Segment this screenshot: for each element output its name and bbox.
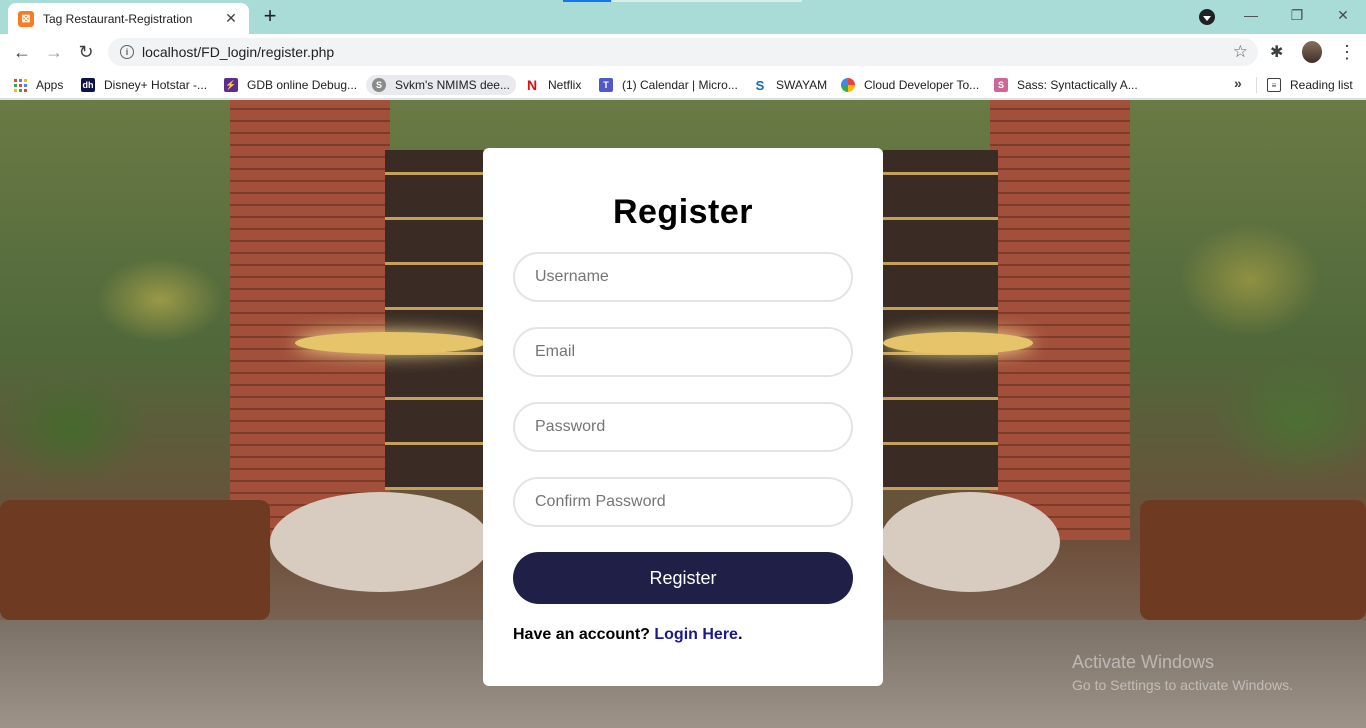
bookmark-gdb[interactable]: ⚡ GDB online Debug... xyxy=(224,75,357,95)
bookmark-label: Svkm's NMIMS dee... xyxy=(395,78,510,92)
url-text: localhost/FD_login/register.php xyxy=(142,44,335,60)
login-prompt-text: Have an account? xyxy=(513,626,655,643)
more-menu-icon[interactable]: ⋮ xyxy=(1338,40,1356,64)
email-field[interactable] xyxy=(513,327,853,377)
bookmark-nmims[interactable]: S Svkm's NMIMS dee... xyxy=(366,75,516,95)
page-title: Register xyxy=(612,193,754,231)
bookmark-label: SWAYAM xyxy=(776,78,828,92)
login-prompt-period: . xyxy=(737,626,743,643)
forward-icon[interactable]: → xyxy=(42,40,66,64)
username-field[interactable] xyxy=(513,252,853,302)
close-window-icon[interactable]: ✕ xyxy=(1320,4,1366,28)
minimize-icon[interactable]: — xyxy=(1228,4,1274,28)
hotstar-icon: dh xyxy=(81,78,95,92)
profile-avatar[interactable] xyxy=(1302,41,1322,63)
reading-list-label: Reading list xyxy=(1290,78,1353,92)
bookmark-cloud[interactable]: Cloud Developer To... xyxy=(841,75,979,95)
windows-activation-watermark: Activate Windows xyxy=(1072,652,1215,672)
back-icon[interactable]: ← xyxy=(10,40,34,64)
restore-icon[interactable]: ❐ xyxy=(1274,4,1320,28)
reload-icon[interactable]: ↻ xyxy=(74,40,98,64)
confirm-password-field[interactable] xyxy=(513,477,853,527)
google-cloud-icon xyxy=(841,78,855,92)
bookmarks-bar: Apps dh Disney+ Hotstar -... ⚡ GDB onlin… xyxy=(0,70,1366,99)
netflix-icon: N xyxy=(525,77,539,93)
page-background: Register Register Have an account? Login… xyxy=(0,100,1366,728)
extensions-icon[interactable]: ✱ xyxy=(1270,42,1283,62)
bookmark-sass[interactable]: S Sass: Syntactically A... xyxy=(994,75,1138,95)
tab-search-icon[interactable] xyxy=(1199,9,1215,25)
reading-list-button[interactable]: ≡ Reading list xyxy=(1267,75,1353,95)
background-bar-table xyxy=(880,492,1060,592)
background-lamp xyxy=(883,332,1033,354)
sass-icon: S xyxy=(994,78,1008,92)
bookmark-label: Apps xyxy=(36,78,64,92)
register-card: Register Register Have an account? Login… xyxy=(483,148,883,686)
background-sofa xyxy=(0,500,270,620)
background-brick-wall xyxy=(990,100,1130,540)
bookmark-swayam[interactable]: S SWAYAM xyxy=(753,75,827,95)
bookmark-netflix[interactable]: N Netflix xyxy=(525,75,581,95)
bookmark-label: (1) Calendar | Micro... xyxy=(622,78,738,92)
login-link[interactable]: Login Here xyxy=(654,626,738,643)
background-sofa xyxy=(1140,500,1366,620)
loading-bar-track xyxy=(612,0,802,2)
bookmark-label: Disney+ Hotstar -... xyxy=(104,78,208,92)
nmims-icon: S xyxy=(372,78,386,92)
bookmark-hotstar[interactable]: dh Disney+ Hotstar -... xyxy=(81,75,207,95)
address-bar[interactable]: i localhost/FD_login/register.php ☆ xyxy=(108,38,1258,66)
info-icon[interactable]: i xyxy=(120,45,134,59)
xampp-icon: ⊠ xyxy=(18,10,34,27)
loading-bar xyxy=(563,0,611,2)
new-tab-button[interactable]: + xyxy=(259,5,281,28)
bookmark-calendar[interactable]: T (1) Calendar | Micro... xyxy=(599,75,738,95)
background-lamp xyxy=(295,332,485,354)
teams-icon: T xyxy=(599,78,613,92)
bookmark-label: Sass: Syntactically A... xyxy=(1017,78,1138,92)
browser-toolbar: ← → ↻ i localhost/FD_login/register.php … xyxy=(0,34,1366,70)
swayam-icon: S xyxy=(753,78,767,93)
bookmark-apps[interactable]: Apps xyxy=(14,75,63,95)
bookmark-label: Cloud Developer To... xyxy=(864,78,980,92)
bookmarks-divider xyxy=(1256,77,1257,93)
password-field[interactable] xyxy=(513,402,853,452)
background-wine-shelf xyxy=(883,150,998,490)
close-tab-icon[interactable]: ✕ xyxy=(223,10,239,27)
reading-list-icon: ≡ xyxy=(1267,78,1281,92)
bookmark-label: GDB online Debug... xyxy=(247,78,358,92)
bookmarks-overflow-icon[interactable]: » xyxy=(1234,75,1242,91)
gdb-icon: ⚡ xyxy=(224,78,238,92)
active-tab[interactable]: ⊠ Tag Restaurant-Registration ✕ xyxy=(8,3,249,34)
bookmark-star-icon[interactable]: ☆ xyxy=(1233,42,1248,62)
windows-activation-hint: Go to Settings to activate Windows. xyxy=(1072,677,1293,693)
background-brick-wall xyxy=(230,100,390,540)
register-button[interactable]: Register xyxy=(513,552,853,604)
apps-grid-icon xyxy=(14,78,27,92)
bookmark-label: Netflix xyxy=(548,78,582,92)
tab-title: Tag Restaurant-Registration xyxy=(43,11,193,26)
background-wine-shelf xyxy=(385,150,485,490)
background-bar-table xyxy=(270,492,490,592)
tab-strip: ⊠ Tag Restaurant-Registration ✕ + — ❐ ✕ xyxy=(0,0,1366,34)
login-prompt: Have an account? Login Here. xyxy=(513,626,742,644)
